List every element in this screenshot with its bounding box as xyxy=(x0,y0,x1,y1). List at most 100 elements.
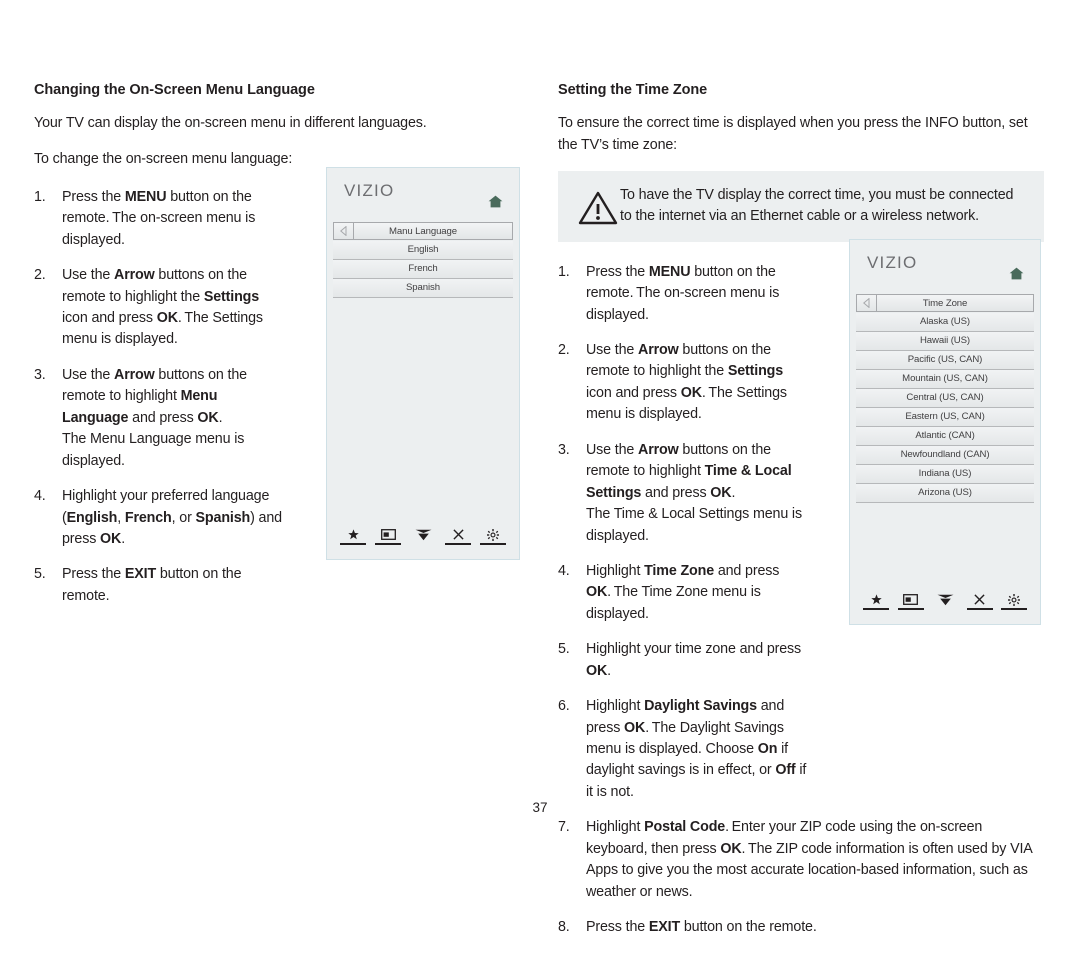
footer-underline xyxy=(932,608,958,610)
osd-menu-language-panel: VIZIO Manu Language English French Spanish xyxy=(326,167,520,560)
gear-icon-glyph xyxy=(487,528,499,541)
osd-left-header: VIZIO xyxy=(327,168,519,222)
step-item: 2. Use the Arrow buttons on the remote to… xyxy=(558,340,810,426)
double-chevron-down-icon-glyph xyxy=(937,593,954,606)
osd-menu-item[interactable]: Eastern (US, CAN) xyxy=(856,408,1034,427)
footer-underline xyxy=(897,608,924,610)
step-item: 3. Use the Arrow buttons on the remote to… xyxy=(558,440,810,547)
osd-menu-item[interactable]: French xyxy=(333,260,513,279)
back-arrow-icon[interactable] xyxy=(857,295,877,311)
step-number: 4. xyxy=(558,562,570,579)
step-number: 1. xyxy=(34,188,46,205)
step-text: Press the MENU button on the remote. The… xyxy=(62,188,256,248)
close-x-icon-glyph xyxy=(452,528,464,541)
step-number: 5. xyxy=(558,641,570,658)
double-chevron-down-icon-glyph xyxy=(415,528,432,541)
star-icon[interactable] xyxy=(339,528,367,545)
left-steps-list: 1. Press the MENU button on the remote. T… xyxy=(34,187,286,607)
page-number: 37 xyxy=(532,800,548,815)
right-section-title: Setting the Time Zone xyxy=(558,82,708,98)
step-number: 2. xyxy=(34,267,46,284)
step-item: 1. Press the MENU button on the remote. T… xyxy=(558,262,810,326)
step-item: 1. Press the MENU button on the remote. T… xyxy=(34,187,286,251)
step-number: 3. xyxy=(34,366,46,383)
footer-underline xyxy=(340,543,366,545)
osd-menu-item[interactable]: Atlantic (CAN) xyxy=(856,427,1034,446)
manual-page: Changing the On-Screen Menu Language You… xyxy=(0,0,1080,935)
step-text: Press the EXIT button on the remote. xyxy=(586,919,817,936)
double-chevron-down-icon[interactable] xyxy=(409,528,437,545)
step-item: 5. Highlight your time zone and press OK. xyxy=(558,639,810,682)
footer-underline xyxy=(445,543,471,545)
step-number: 4. xyxy=(34,488,46,505)
step-number: 8. xyxy=(558,919,570,936)
step-number: 1. xyxy=(558,263,570,280)
osd-right-title-label: Time Zone xyxy=(922,298,968,309)
osd-menu-item[interactable]: Mountain (US, CAN) xyxy=(856,370,1034,389)
double-chevron-down-icon[interactable] xyxy=(931,593,959,610)
vizio-logo: VIZIO xyxy=(344,181,395,200)
footer-underline xyxy=(863,608,889,610)
step-item: 4. Highlight Time Zone and press OK. The … xyxy=(558,561,810,625)
step-text: Press the MENU button on the remote. The… xyxy=(586,263,780,323)
close-x-icon[interactable] xyxy=(966,593,994,610)
footer-underline xyxy=(966,608,993,610)
osd-right-title-row[interactable]: Time Zone xyxy=(856,294,1034,312)
step-item: 6. Highlight Daylight Savings and press O… xyxy=(558,696,810,803)
step-number: 3. xyxy=(558,441,570,458)
right-steps-list-wide: 7. Highlight Postal Code. Enter your ZIP … xyxy=(558,817,1044,938)
step-text: Use the Arrow buttons on the remote to h… xyxy=(62,267,263,348)
step-text: Press the EXIT button on the remote. xyxy=(62,566,242,604)
osd-left-title-row[interactable]: Manu Language xyxy=(333,222,513,240)
close-x-icon-glyph xyxy=(974,593,985,606)
step-text: Use the Arrow buttons on the remote to h… xyxy=(586,441,802,544)
gear-icon[interactable] xyxy=(479,528,507,545)
right-intro-paragraph: To ensure the correct time is displayed … xyxy=(558,115,1028,154)
home-icon[interactable] xyxy=(488,195,503,208)
osd-menu-item[interactable]: Spanish xyxy=(333,279,513,298)
osd-right-rows: Time Zone Alaska (US) Hawaii (US) Pacific … xyxy=(850,294,1040,503)
step-text: Highlight your preferred language (Engli… xyxy=(62,488,282,547)
star-icon-glyph xyxy=(347,528,359,541)
footer-underline xyxy=(375,543,401,545)
osd-right-footer-icons xyxy=(856,593,1034,610)
osd-menu-item[interactable]: Arizona (US) xyxy=(856,484,1034,503)
picture-in-picture-icon-glyph xyxy=(903,593,918,606)
step-number: 2. xyxy=(558,342,570,359)
close-x-icon[interactable] xyxy=(444,528,472,545)
step-text: Highlight Postal Code. Enter your ZIP co… xyxy=(586,819,1032,900)
step-item: 7. Highlight Postal Code. Enter your ZIP … xyxy=(558,817,1044,903)
step-number: 5. xyxy=(34,566,46,583)
osd-time-zone-panel: VIZIO Time Zone Alaska (US) Hawaii (US) Pa… xyxy=(849,239,1041,625)
osd-menu-item[interactable]: Alaska (US) xyxy=(856,313,1034,332)
warning-triangle-icon xyxy=(576,191,620,225)
step-item: 3. Use the Arrow buttons on the remote to… xyxy=(34,365,286,472)
step-text: Highlight Daylight Savings and press OK.… xyxy=(586,698,807,800)
left-section-title: Changing the On-Screen Menu Language xyxy=(34,82,315,98)
back-arrow-icon[interactable] xyxy=(334,223,354,239)
step-number: 6. xyxy=(558,698,570,715)
picture-in-picture-icon[interactable] xyxy=(374,528,402,545)
step-text: Highlight your time zone and press OK. xyxy=(586,641,802,679)
osd-right-header: VIZIO xyxy=(850,240,1040,294)
picture-in-picture-icon[interactable] xyxy=(897,593,925,610)
footer-underline xyxy=(480,543,506,545)
osd-left-title-label: Manu Language xyxy=(388,226,458,237)
osd-left-footer-icons xyxy=(333,528,513,545)
osd-menu-item[interactable]: Central (US, CAN) xyxy=(856,389,1034,408)
picture-in-picture-icon-glyph xyxy=(380,528,396,541)
step-item: 4. Highlight your preferred language (Eng… xyxy=(34,486,286,550)
right-steps-list-narrow: 1. Press the MENU button on the remote. T… xyxy=(558,262,810,804)
osd-menu-item[interactable]: Newfoundland (CAN) xyxy=(856,446,1034,465)
osd-menu-item[interactable]: English xyxy=(333,241,513,260)
star-icon[interactable] xyxy=(862,593,890,610)
osd-menu-item[interactable]: Pacific (US, CAN) xyxy=(856,351,1034,370)
warning-note-box: To have the TV display the correct time,… xyxy=(558,170,1044,242)
osd-menu-item[interactable]: Hawaii (US) xyxy=(856,332,1034,351)
gear-icon[interactable] xyxy=(1000,593,1028,610)
warning-note-text: To have the TV display the correct time,… xyxy=(620,186,1014,225)
osd-menu-item[interactable]: Indiana (US) xyxy=(856,465,1034,484)
home-icon[interactable] xyxy=(1009,267,1024,280)
vizio-logo: VIZIO xyxy=(867,253,918,272)
step-item: 5. Press the EXIT button on the remote. xyxy=(34,564,286,607)
